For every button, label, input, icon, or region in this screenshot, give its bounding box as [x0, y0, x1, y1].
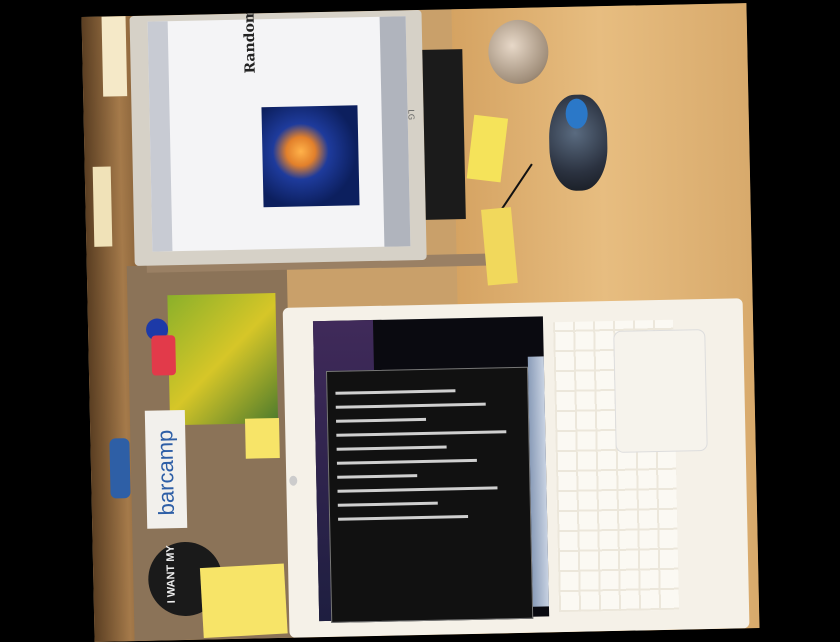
barcamp-label: barcamp	[152, 429, 179, 516]
terminal-line	[337, 501, 438, 507]
desk-photo: Random Digital Garbage LG barcamp I WANT…	[81, 3, 760, 642]
terminal-line	[336, 417, 427, 423]
laptop	[282, 298, 750, 638]
terminal-line	[335, 402, 486, 409]
browser-toolbar	[147, 21, 173, 252]
terminal-line	[336, 430, 507, 437]
poster-sticker	[167, 293, 279, 426]
laptop-screen	[312, 316, 550, 623]
blog-title: Random Digital Garbage	[239, 3, 259, 74]
blog-header-image	[261, 105, 360, 208]
terminal-line	[337, 474, 418, 479]
ceiling-light	[101, 16, 128, 97]
trackpad	[613, 329, 708, 453]
terminal-window	[325, 366, 534, 623]
browser-tabs-bar	[379, 16, 411, 247]
monitor-screen	[147, 16, 411, 252]
want-my-label: I WANT MY	[164, 545, 178, 604]
ceiling-light	[92, 166, 113, 247]
monitor-stand	[422, 49, 466, 220]
sticky-note	[199, 563, 288, 639]
apple-logo-icon	[289, 475, 298, 486]
terminal-line	[338, 515, 469, 521]
terminal-line	[337, 486, 498, 493]
red-sticker	[151, 335, 177, 376]
terminal-line	[335, 389, 456, 395]
terminal-line	[336, 445, 447, 451]
external-monitor	[129, 9, 427, 266]
terminal-line	[336, 458, 477, 465]
toy-figure	[109, 438, 131, 499]
monitor-brand-logo: LG	[406, 109, 416, 121]
sticky-note	[244, 417, 280, 459]
